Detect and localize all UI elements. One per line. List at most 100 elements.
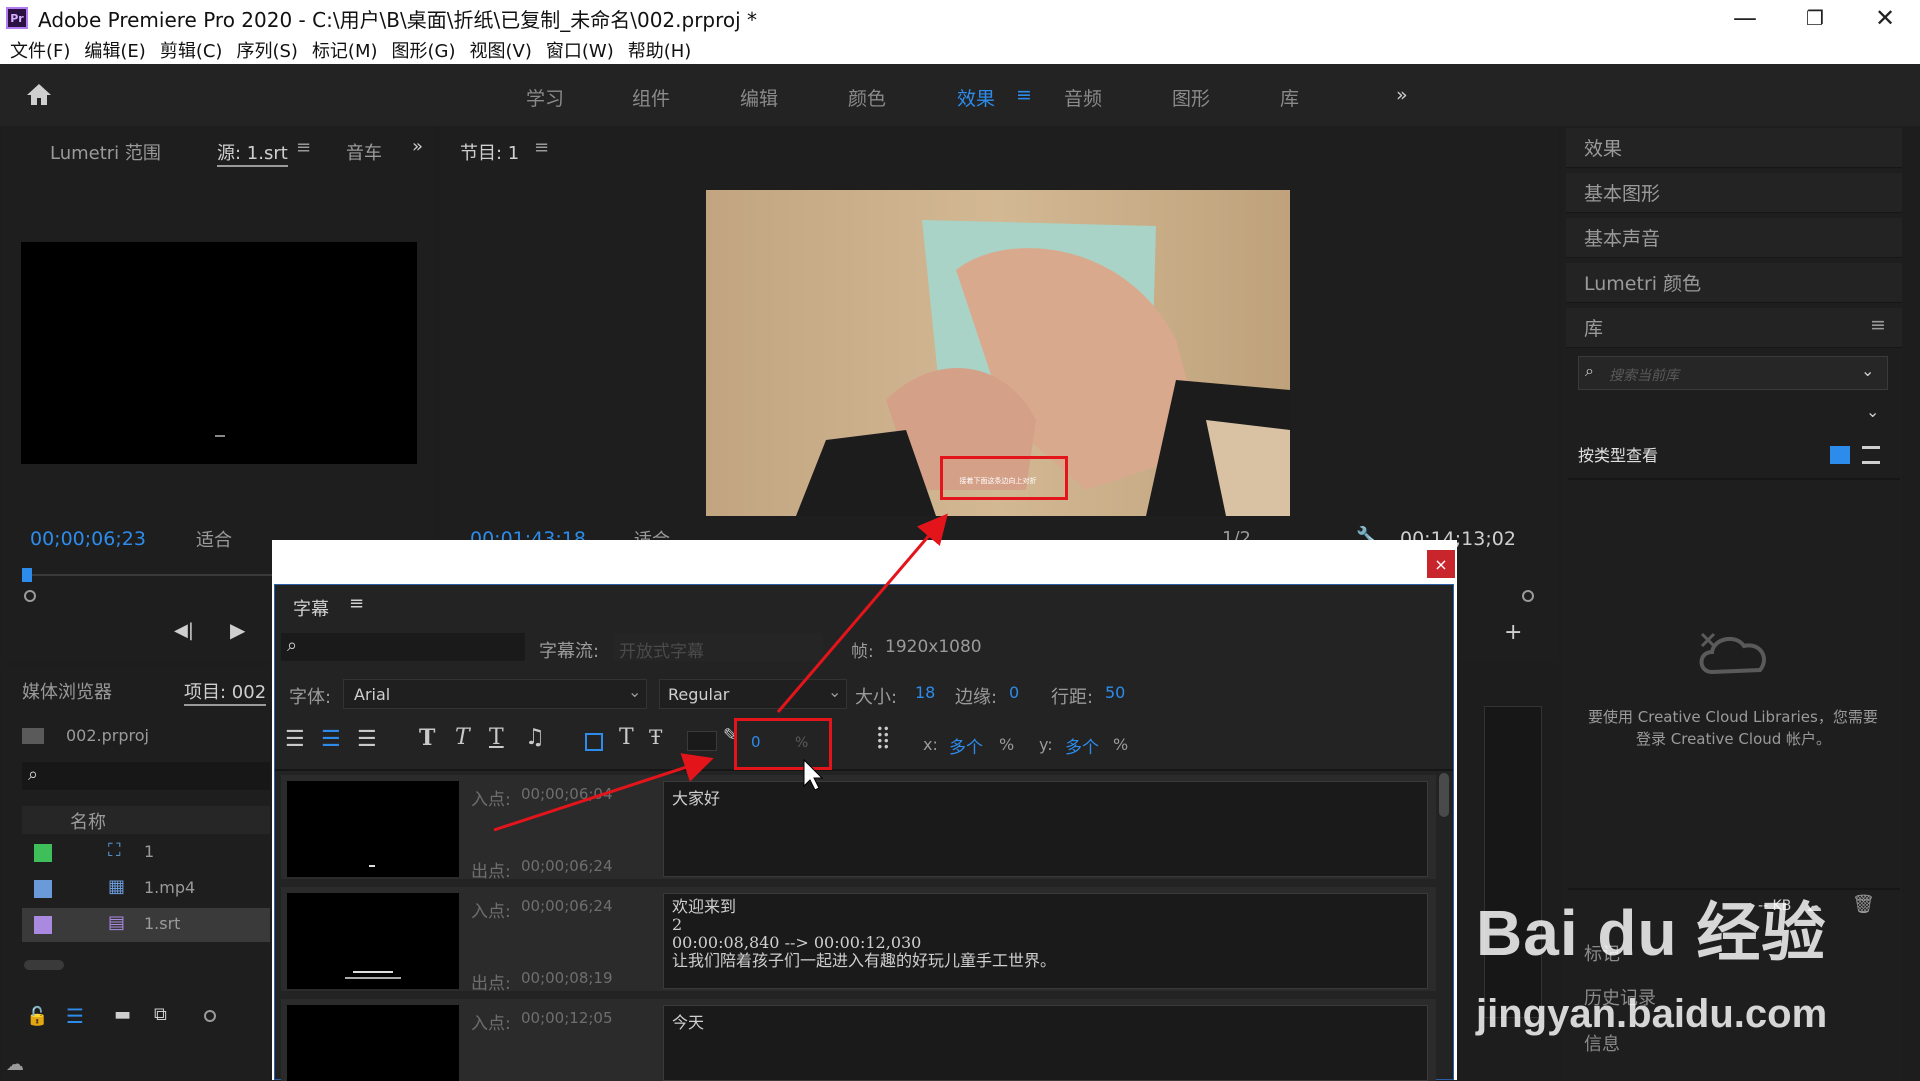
caption-row[interactable]: 入点: 00;00;06;04 出点: 00;00;06;24 大家好 <box>281 775 1436 882</box>
source-fit-dropdown[interactable]: 适合 <box>196 526 232 552</box>
restore-button[interactable]: ❐ <box>1780 0 1850 36</box>
source-playhead[interactable] <box>22 568 32 582</box>
list-item[interactable]: ▤ 1.srt <box>22 908 270 942</box>
caption-search-input[interactable]: ⌕ <box>281 633 525 661</box>
menu-help[interactable]: 帮助(H) <box>628 37 692 63</box>
font-family-dropdown[interactable]: Arial ⌄ <box>343 679 647 709</box>
font-style-dropdown[interactable]: Regular ⌄ <box>659 679 847 709</box>
caption-text-field[interactable]: 欢迎来到 2 00:00:08,840 --> 00:00:12,030 让我们… <box>663 893 1428 989</box>
workspace-tab-effects[interactable]: 效果 <box>957 84 995 111</box>
align-left-icon[interactable]: ☰ <box>285 727 305 752</box>
label-color-swatch[interactable] <box>34 916 52 934</box>
caption-stream-dropdown[interactable]: 开放式字幕 <box>613 633 823 662</box>
project-search-input[interactable]: ⌕ <box>22 762 270 790</box>
edge-value[interactable]: 0 <box>1009 683 1019 702</box>
library-search-input[interactable]: ⌕ 搜索当前库 ⌄ <box>1578 356 1888 390</box>
caption-row[interactable]: 入点: 00;00;06;24 出点: 00;00;08;19 欢迎来到 2 0… <box>281 887 1436 994</box>
x-value[interactable]: 多个 <box>949 733 983 758</box>
caption-list-scrollbar[interactable] <box>1439 773 1449 817</box>
play-icon[interactable]: ▶ <box>230 618 245 642</box>
size-value[interactable]: 18 <box>915 683 935 702</box>
captions-menu-icon[interactable]: ≡ <box>349 593 364 614</box>
music-note-icon[interactable]: ♫ <box>525 725 545 750</box>
align-center-icon[interactable]: ☰ <box>321 727 341 752</box>
caption-text-field[interactable]: 大家好 <box>663 781 1428 877</box>
in-point-value[interactable]: 00;00;06;04 <box>521 785 613 803</box>
menu-clip[interactable]: 剪辑(C) <box>160 37 223 63</box>
essential-sound-item[interactable]: 基本声音 <box>1566 218 1902 258</box>
position-grid-icon[interactable]: ⣿ <box>875 725 891 750</box>
library-dropdown-chevron-icon[interactable]: ⌄ <box>1866 402 1879 421</box>
caption-row[interactable]: 入点: 00;00;12;05 今天 <box>281 999 1436 1081</box>
program-zoom-handle[interactable] <box>1522 590 1534 602</box>
text-color-icon[interactable]: T <box>619 725 634 750</box>
menu-file[interactable]: 文件(F) <box>10 37 70 63</box>
bold-icon[interactable]: T <box>419 725 435 751</box>
menu-edit[interactable]: 编辑(E) <box>84 37 145 63</box>
workspace-tab-assembly[interactable]: 组件 <box>632 84 670 111</box>
grid-view-icon[interactable] <box>1830 446 1850 464</box>
icon-view-icon[interactable]: ▬ <box>114 1004 131 1025</box>
workspace-menu-icon[interactable]: ≡ <box>1016 84 1032 106</box>
lumetri-color-item[interactable]: Lumetri 颜色 <box>1566 263 1902 303</box>
workspace-tab-graphics[interactable]: 图形 <box>1172 84 1210 111</box>
column-name[interactable]: 名称 <box>70 808 106 834</box>
essential-graphics-item[interactable]: 基本图形 <box>1566 173 1902 213</box>
workspace-tab-color[interactable]: 颜色 <box>848 84 886 111</box>
source-timecode[interactable]: 00;00;06;23 <box>30 528 146 550</box>
view-by-type-dropdown[interactable]: 按类型查看 <box>1578 442 1658 466</box>
align-right-icon[interactable]: ☰ <box>357 727 377 752</box>
trash-icon[interactable]: 🗑 <box>1852 894 1875 915</box>
out-point-value[interactable]: 00;00;08;19 <box>521 969 613 987</box>
effects-panel-item[interactable]: 效果 <box>1566 128 1902 168</box>
list-view-icon[interactable]: ☰ <box>66 1004 84 1028</box>
add-button-icon[interactable]: + <box>1504 620 1522 645</box>
background-box-icon[interactable] <box>585 733 603 751</box>
zoom-slider-handle[interactable] <box>204 1010 216 1022</box>
workspace-tab-editing[interactable]: 编辑 <box>740 84 778 111</box>
line-spacing-value[interactable]: 50 <box>1105 683 1125 702</box>
more-tabs-icon[interactable]: » <box>412 136 423 157</box>
chevron-down-icon[interactable]: ⌄ <box>1861 361 1874 380</box>
workspace-tab-libraries[interactable]: 库 <box>1280 84 1299 111</box>
label-color-swatch[interactable] <box>34 880 52 898</box>
menu-markers[interactable]: 标记(M) <box>312 37 378 63</box>
color-swatch[interactable] <box>687 731 717 751</box>
tab-lumetri-scopes[interactable]: Lumetri 范围 <box>50 139 161 165</box>
underline-icon[interactable]: T <box>489 725 504 750</box>
minimize-button[interactable]: — <box>1710 0 1780 36</box>
freeform-view-icon[interactable]: ⧉ <box>154 1004 167 1025</box>
menu-sequence[interactable]: 序列(S) <box>236 37 297 63</box>
in-point-value[interactable]: 00;00;06;24 <box>521 897 613 915</box>
tab-source[interactable]: 源: 1.srt <box>217 139 288 167</box>
workspace-tab-learn[interactable]: 学习 <box>526 84 564 111</box>
source-zoom-handle[interactable] <box>24 590 36 602</box>
italic-icon[interactable]: T <box>455 725 470 750</box>
tab-project[interactable]: 项目: 002 <box>184 678 267 706</box>
step-back-icon[interactable]: ◀| <box>174 620 194 641</box>
y-value[interactable]: 多个 <box>1065 733 1099 758</box>
menu-window[interactable]: 窗口(W) <box>546 37 614 63</box>
dialog-close-button[interactable]: × <box>1427 550 1455 578</box>
creative-cloud-status-icon[interactable]: ☁ <box>6 1054 24 1075</box>
menu-view[interactable]: 视图(V) <box>470 37 532 63</box>
lock-icon[interactable]: 🔓 <box>26 1006 48 1027</box>
libraries-panel-title[interactable]: 库 ≡ <box>1566 308 1902 348</box>
more-workspaces-icon[interactable]: » <box>1396 84 1408 106</box>
menu-graphics[interactable]: 图形(G) <box>392 37 456 63</box>
list-view-icon[interactable] <box>1862 446 1880 464</box>
tab-audio-clip[interactable]: 音车 <box>346 139 382 165</box>
list-item[interactable]: ⛶ 1 <box>22 836 270 870</box>
program-title[interactable]: 节目: 1 <box>460 139 519 165</box>
home-icon[interactable] <box>26 82 52 106</box>
in-point-value[interactable]: 00;00;12;05 <box>521 1009 613 1027</box>
libraries-menu-icon[interactable]: ≡ <box>1870 314 1886 336</box>
text-edge-icon[interactable]: Ŧ <box>649 725 662 749</box>
list-item[interactable]: ▦ 1.mp4 <box>22 872 270 906</box>
program-menu-icon[interactable]: ≡ <box>534 137 549 158</box>
workspace-tab-audio[interactable]: 音频 <box>1064 84 1102 111</box>
close-button[interactable]: ✕ <box>1850 0 1920 36</box>
caption-text-field[interactable]: 今天 <box>663 1005 1428 1081</box>
panel-menu-icon[interactable]: ≡ <box>296 137 311 158</box>
out-point-value[interactable]: 00;00;06;24 <box>521 857 613 875</box>
